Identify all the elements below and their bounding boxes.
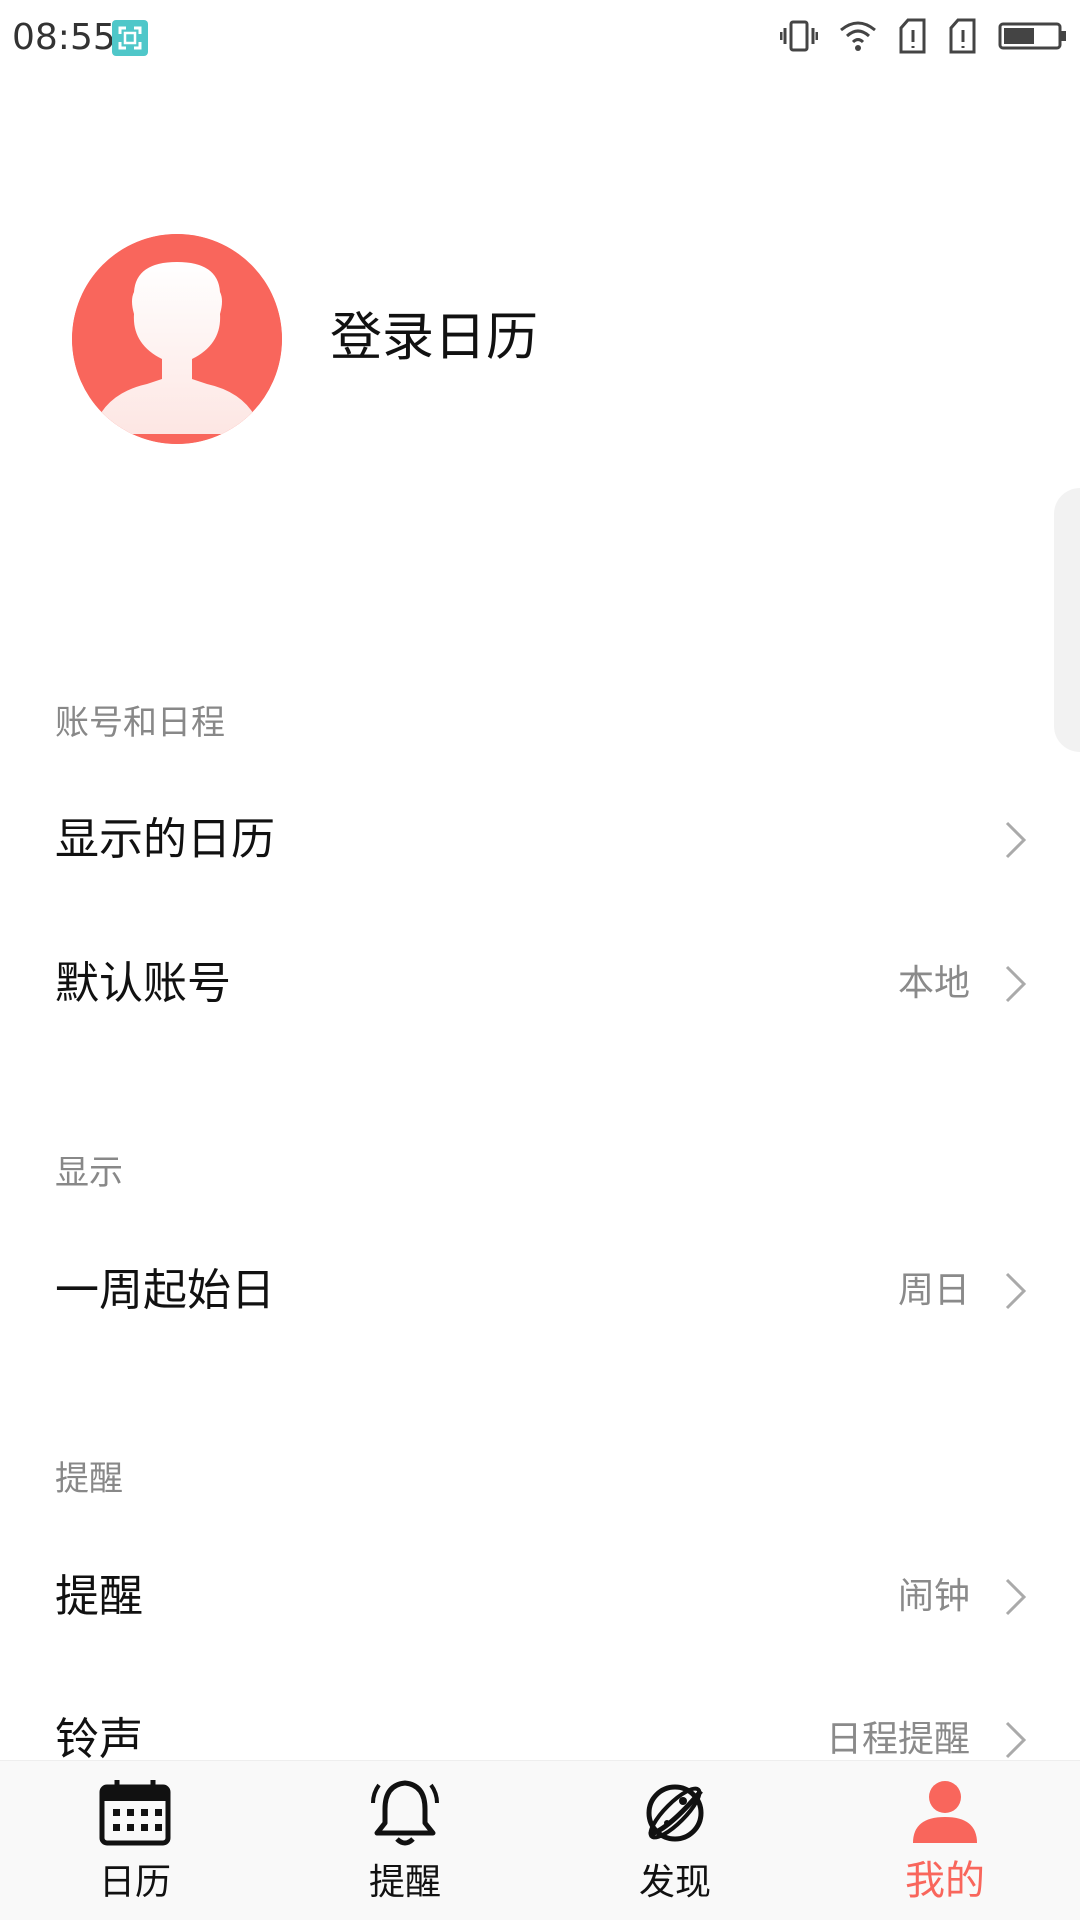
sim2-icon [948,18,978,58]
nav-tab-mine[interactable]: 我的 [810,1761,1080,1920]
row-label: 提醒 [55,1571,143,1622]
row-value: 本地 [897,963,970,1004]
nav-label-calendar: 日历 [98,1862,171,1903]
chevron-right-icon [1005,1578,1027,1616]
section-header-display: 显示 [55,1153,123,1193]
battery-icon [998,21,1068,55]
chevron-right-icon [1005,965,1027,1003]
nav-tab-discover[interactable]: 发现 [540,1761,810,1920]
row-default-account[interactable]: 默认账号 本地 [0,924,1080,1044]
person-icon [913,1781,977,1843]
status-bar: 08:55 [0,0,1080,76]
nav-label-reminder: 提醒 [368,1862,441,1903]
wifi-icon [838,20,878,56]
avatar[interactable] [72,234,282,444]
row-label: 默认账号 [55,958,231,1009]
section-header-reminder: 提醒 [55,1459,123,1499]
login-title[interactable]: 登录日历 [330,308,538,368]
settings-screen: 08:55 登录日历 账号和日程 显示的日历 默认账号 本地 显示 一周起始日 … [0,0,1080,1920]
side-panel-handle[interactable] [1054,488,1080,752]
bell-icon [371,1780,439,1846]
nav-tab-calendar[interactable]: 日历 [0,1761,270,1920]
section-header-account: 账号和日程 [55,703,225,743]
nav-label-mine: 我的 [905,1858,985,1904]
status-icons [760,18,1068,58]
chevron-right-icon [1005,1721,1027,1759]
bottom-nav: 日历 提醒 发现 我的 [0,1760,1080,1920]
row-reminder[interactable]: 提醒 闹钟 [0,1537,1080,1657]
row-week-start[interactable]: 一周起始日 周日 [0,1231,1080,1351]
row-label: 显示的日历 [55,814,275,865]
nav-tab-reminder[interactable]: 提醒 [270,1761,540,1920]
status-time: 08:55 [12,17,116,58]
chevron-right-icon [1005,1272,1027,1310]
screenshot-icon [112,20,148,56]
row-value: 闹钟 [897,1576,970,1617]
sim1-icon [898,18,928,58]
row-value: 周日 [897,1270,970,1311]
nav-label-discover: 发现 [638,1862,711,1903]
row-label: 一周起始日 [55,1265,275,1316]
calendar-icon [99,1780,171,1846]
chevron-right-icon [1005,821,1027,859]
planet-icon [646,1784,704,1842]
profile-header[interactable]: 登录日历 [0,230,1080,445]
row-display-calendars[interactable]: 显示的日历 [0,780,1080,900]
vibrate-icon [779,19,819,57]
